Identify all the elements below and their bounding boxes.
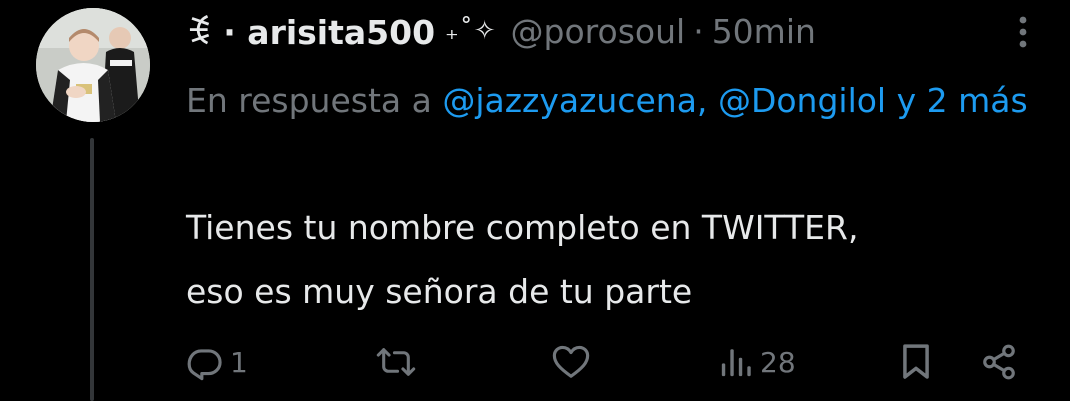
views-count: 28 [760, 345, 796, 379]
views-icon [721, 349, 751, 377]
tweet[interactable]: ꉂ · arisita500 ₊˚✧ @porosoul · 50min En … [0, 0, 1070, 401]
reply-count: 1 [230, 345, 248, 379]
user-handle[interactable]: @porosoul [511, 12, 686, 51]
mention-link[interactable]: @Dongilol [718, 81, 886, 120]
mention-link[interactable]: @jazzyazucena, [442, 81, 707, 120]
tweet-header: ꉂ · arisita500 ₊˚✧ @porosoul · 50min [186, 6, 816, 56]
more-button[interactable] [1006, 10, 1040, 54]
tweet-text: Tienes tu nombre completo en TWITTER, es… [186, 196, 1046, 324]
avatar-photo [36, 8, 150, 122]
retweet-icon [376, 348, 416, 376]
timestamp[interactable]: 50min [712, 12, 816, 51]
share-button[interactable] [980, 334, 1018, 390]
tweet-text-line: Tienes tu nombre completo en TWITTER, [186, 208, 859, 247]
bookmark-icon [903, 344, 929, 379]
share-icon [983, 344, 1015, 380]
display-name[interactable]: ꉂ · arisita500 [186, 10, 435, 53]
bookmark-button[interactable] [898, 334, 934, 390]
reply-prefix: En respuesta a [186, 81, 432, 120]
like-button[interactable] [552, 334, 596, 390]
more-mentions-link[interactable]: y 2 más [897, 81, 1028, 120]
reply-icon [187, 349, 222, 381]
name-decoration: ₊˚✧ [445, 16, 497, 46]
retweet-button[interactable] [376, 334, 422, 390]
reply-context: En respuesta a @jazzyazucena, @Dongilol … [186, 72, 1046, 130]
thread-line [90, 138, 94, 401]
more-icon [1019, 16, 1027, 48]
avatar[interactable] [36, 8, 150, 122]
tweet-text-line: eso es muy señora de tu parte [186, 272, 693, 311]
reply-button[interactable]: 1 [186, 334, 248, 390]
heart-icon [552, 345, 590, 378]
views-button[interactable]: 28 [718, 334, 796, 390]
separator-dot: · [693, 11, 704, 51]
action-bar: 1 28 [186, 334, 1026, 390]
